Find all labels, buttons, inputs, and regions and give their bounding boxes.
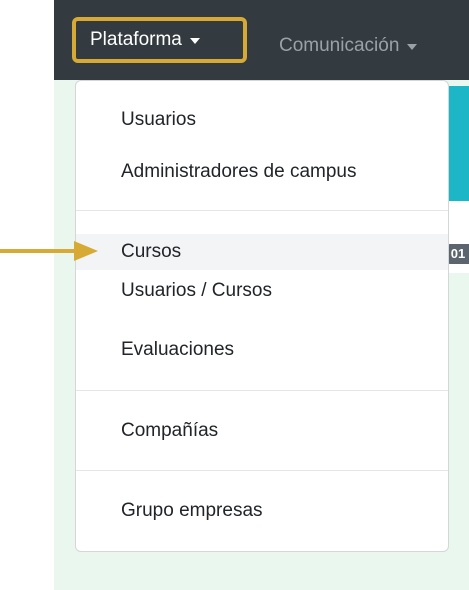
menu-divider [76, 390, 448, 391]
nav-plataforma-dropdown[interactable]: Plataforma [72, 17, 247, 63]
menu-divider [76, 210, 448, 211]
caret-down-icon [189, 38, 200, 44]
nav-comunicacion-dropdown[interactable]: Comunicación [279, 29, 418, 63]
count-badge: 01 [447, 244, 469, 264]
menu-item-evaluaciones[interactable]: Evaluaciones [76, 332, 448, 368]
menu-divider [76, 470, 448, 471]
menu-item-cursos[interactable]: Cursos [76, 234, 448, 270]
pointer-arrow-icon [0, 241, 98, 261]
nav-plataforma-label: Plataforma [90, 29, 182, 50]
caret-down-icon [407, 44, 418, 50]
menu-item-usuarios[interactable]: Usuarios [76, 102, 448, 138]
menu-item-usuarios-cursos[interactable]: Usuarios / Cursos [76, 273, 448, 309]
nav-comunicacion-label: Comunicación [279, 35, 400, 56]
plataforma-dropdown-menu: Usuarios Administradores de campus Curso… [75, 80, 449, 552]
menu-item-companias[interactable]: Compañías [76, 413, 448, 449]
menu-item-administradores-de-campus[interactable]: Administradores de campus [76, 154, 448, 190]
menu-item-grupo-empresas[interactable]: Grupo empresas [76, 493, 448, 529]
